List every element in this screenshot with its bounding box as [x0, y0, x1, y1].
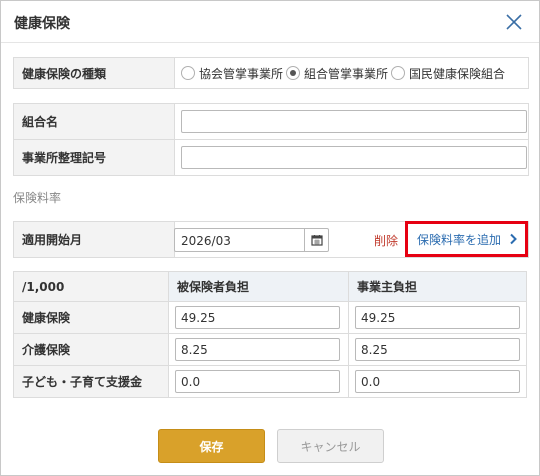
insured-header: 被保険者負担: [168, 271, 349, 302]
care-employer-input[interactable]: [355, 338, 520, 361]
child-employer-input[interactable]: [355, 370, 520, 393]
health-insurance-label: 健康保険: [13, 301, 169, 334]
union-name-input[interactable]: [181, 110, 527, 133]
radio-kyokai[interactable]: 協会管掌事業所: [181, 65, 283, 82]
radio-kyokai-circle[interactable]: [181, 66, 195, 80]
insurance-type-label: 健康保険の種類: [13, 57, 175, 89]
start-month-field[interactable]: 2026/03: [174, 228, 329, 252]
union-name-cell: [174, 103, 529, 140]
care-insurance-label: 介護保険: [13, 333, 169, 366]
care-insured-cell: [168, 333, 349, 366]
office-code-cell: [174, 139, 529, 176]
radio-kumiai[interactable]: 組合管掌事業所: [286, 65, 388, 82]
dialog-header: 健康保険: [1, 1, 539, 43]
radio-kokuho[interactable]: 国民健康保険組合: [391, 65, 505, 82]
care-employer-cell: [348, 333, 527, 366]
start-month-label: 適用開始月: [13, 221, 175, 258]
save-button[interactable]: 保存: [158, 429, 265, 463]
close-icon[interactable]: [505, 13, 523, 31]
insurance-type-table: 健康保険の種類 協会管掌事業所 組合管掌事業所 国民健康保険組合: [13, 57, 529, 89]
employer-header: 事業主負担: [348, 271, 527, 302]
delete-rate-link[interactable]: 削除: [374, 232, 398, 249]
radio-kumiai-label: 組合管掌事業所: [304, 66, 389, 81]
health-insurance-dialog: 健康保険 健康保険の種類 協会管掌事業所 組合管掌事業所 国民健康保険組合 組合…: [0, 0, 540, 476]
calendar-icon[interactable]: [304, 229, 328, 251]
insurance-type-options: 協会管掌事業所 組合管掌事業所 国民健康保険組合: [174, 57, 529, 89]
radio-kyokai-label: 協会管掌事業所: [199, 66, 284, 81]
dialog-title: 健康保険: [14, 16, 70, 32]
chevron-right-icon: [509, 233, 517, 248]
health-employer-cell: [348, 301, 527, 334]
child-support-label: 子ども・子育て支援金: [13, 365, 169, 398]
radio-kumiai-circle[interactable]: [286, 66, 301, 80]
add-rate-label: 保険料率を追加: [417, 232, 502, 247]
care-insured-input[interactable]: [175, 338, 340, 361]
health-employer-input[interactable]: [355, 306, 520, 329]
health-insured-input[interactable]: [175, 306, 340, 329]
table-row: 健康保険: [13, 301, 527, 334]
rates-section-title: 保険料率: [13, 191, 62, 205]
radio-kokuho-label: 国民健康保険組合: [409, 66, 506, 81]
unit-header: /1,000: [13, 271, 169, 302]
health-insured-cell: [168, 301, 349, 334]
child-employer-cell: [348, 365, 527, 398]
rate-table: /1,000 被保険者負担 事業主負担 健康保険 介護保険 子ども・子育て支援金: [13, 271, 527, 398]
add-rate-button[interactable]: 保険料率を追加: [405, 221, 528, 257]
union-name-label: 組合名: [13, 103, 175, 140]
union-info-table: 組合名 事業所整理記号: [13, 103, 529, 176]
radio-kokuho-circle[interactable]: [391, 66, 406, 80]
office-code-input[interactable]: [181, 146, 527, 169]
child-insured-input[interactable]: [175, 370, 340, 393]
child-insured-cell: [168, 365, 349, 398]
office-code-label: 事業所整理記号: [13, 139, 175, 176]
table-row: 子ども・子育て支援金: [13, 365, 527, 398]
rate-table-header: /1,000 被保険者負担 事業主負担: [13, 271, 527, 302]
start-month-value[interactable]: 2026/03: [181, 234, 231, 248]
cancel-button[interactable]: キャンセル: [277, 429, 384, 463]
table-row: 介護保険: [13, 333, 527, 366]
